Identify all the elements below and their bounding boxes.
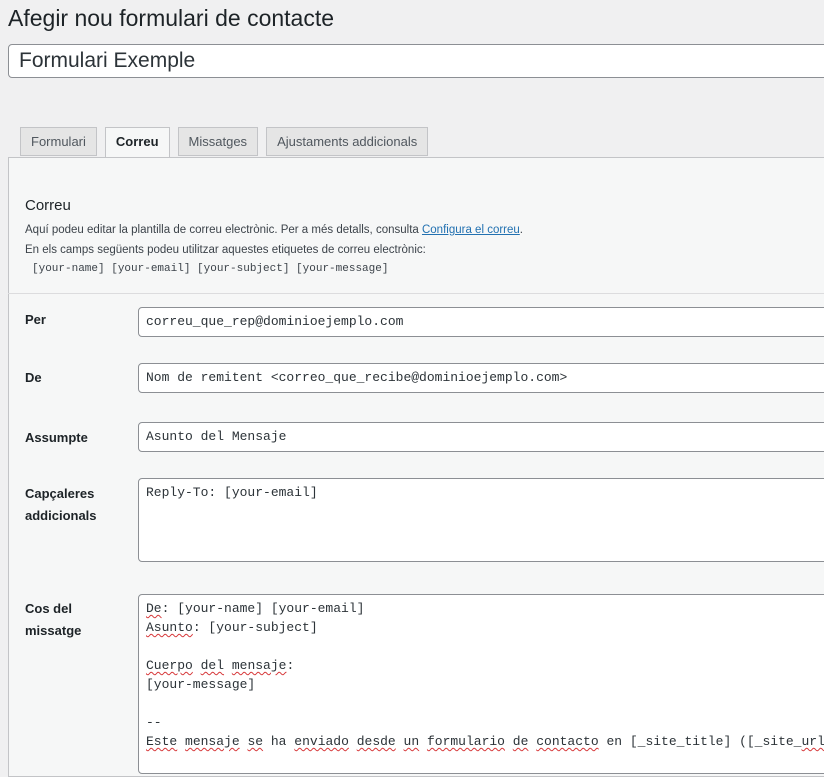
configure-mail-link[interactable]: Configura el correu [422,224,520,236]
body-word: mensaje [185,734,240,749]
message-body-label-line1: Cos del [25,598,81,620]
message-body-label-line2: missatge [25,620,81,642]
body-word: Asunto [146,620,193,635]
additional-headers-label-line1: Capçaleres [25,483,97,505]
body-text: [your-message] [146,677,255,692]
mail-section-heading: Correu [25,197,71,214]
body-word: un [404,734,420,749]
to-field[interactable]: correu_que_rep@dominioejemplo.com [138,307,824,337]
subject-label: Assumpte [25,427,88,449]
mail-description-end: . [520,224,523,236]
body-word: del [201,658,224,673]
mail-description: Aquí podeu editar la plantilla de correu… [25,224,523,236]
form-title-input[interactable]: Formulari Exemple [8,44,824,78]
tab-missatges[interactable]: Missatges [178,127,259,156]
tab-correu[interactable]: Correu [105,127,170,158]
body-word: contacto [536,734,598,749]
page-title: Afegir nou formulari de contacte [8,4,334,32]
body-word: enviado [294,734,349,749]
body-word: de [513,734,529,749]
tab-ajustaments-addicionals[interactable]: Ajustaments addicionals [266,127,428,156]
body-text: -- [146,715,162,730]
additional-headers-label-line2: addicionals [25,505,97,527]
body-word: Este [146,734,177,749]
body-word: De [146,601,162,616]
body-word: Cuerpo [146,658,193,673]
body-text: en [_site_title] ([_site_ [606,734,801,749]
additional-headers-label: Capçaleres addicionals [25,483,97,527]
mail-description-text: Aquí podeu editar la plantilla de correu… [25,224,422,236]
body-text: ha [271,734,287,749]
mail-tags-intro: En els camps següents podeu utilitzar aq… [25,244,426,256]
from-label: De [25,367,42,389]
body-word: mensaje [232,658,287,673]
mail-tags-list: [your-name] [your-email] [your-subject] … [32,263,388,275]
body-word: desde [357,734,396,749]
tab-formulari[interactable]: Formulari [20,127,97,156]
body-text: : [your-name] [your-email] [162,601,365,616]
to-label: Per [25,309,46,331]
body-word: url [802,734,824,749]
tab-bar: Formulari Correu Missatges Ajustaments a… [20,127,436,157]
message-body-label: Cos del missatge [25,598,81,642]
section-divider [8,293,824,294]
message-body-field[interactable]: De: [your-name] [your-email] Asunto: [yo… [138,594,824,774]
subject-field[interactable]: Asunto del Mensaje [138,422,824,452]
additional-headers-field[interactable]: Reply-To: [your-email] [138,478,824,562]
body-text: : [your-subject] [193,620,318,635]
body-text: : [286,658,294,673]
body-word: formulario [427,734,505,749]
from-field[interactable]: Nom de remitent <correo_que_recibe@domin… [138,363,824,393]
body-word: se [247,734,263,749]
